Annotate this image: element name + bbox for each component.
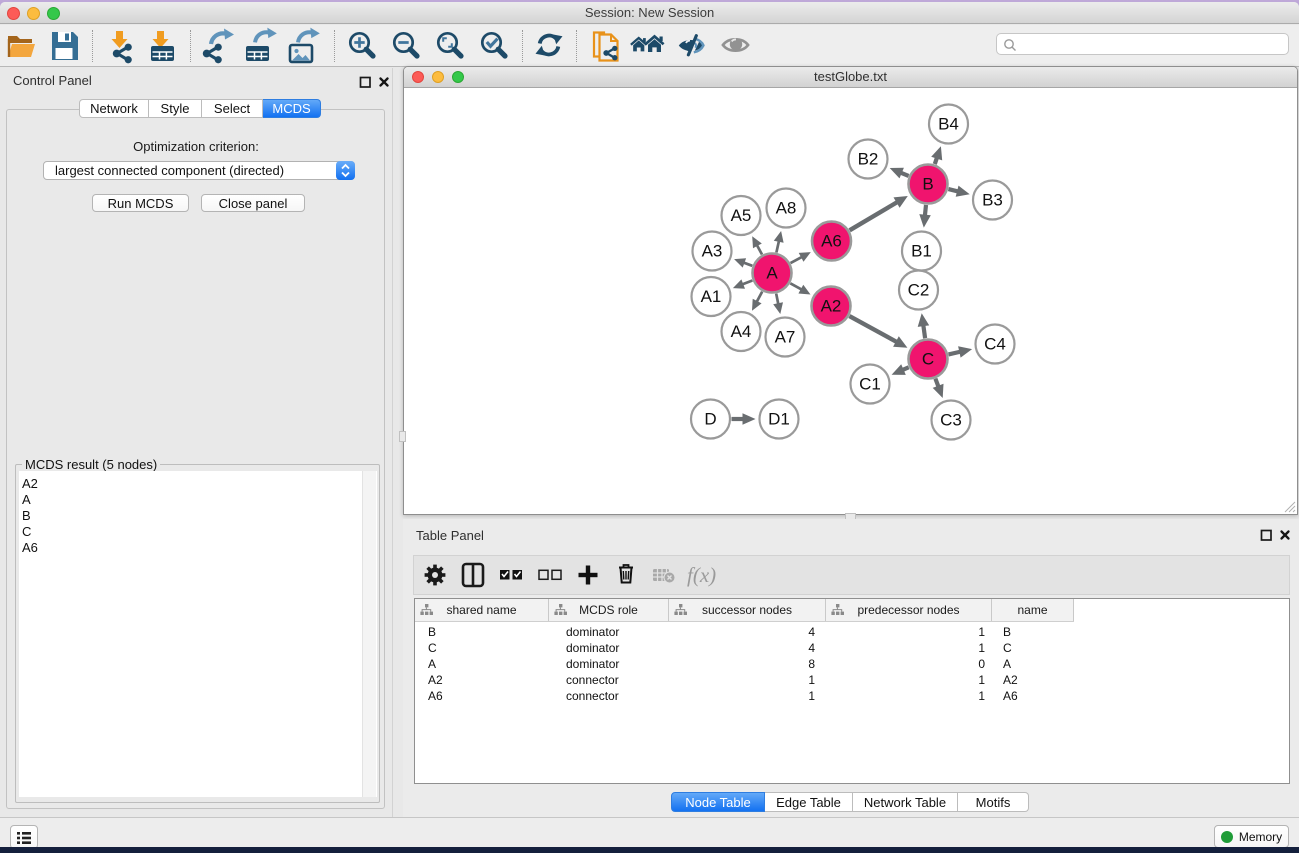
svg-text:B3: B3 [982,191,1003,210]
svg-text:B4: B4 [938,115,959,134]
svg-text:A3: A3 [702,242,723,261]
svg-text:A8: A8 [776,199,797,218]
svg-text:B2: B2 [858,150,879,169]
svg-text:A1: A1 [701,287,722,306]
svg-text:A: A [766,264,778,283]
svg-text:A7: A7 [775,328,796,347]
svg-text:C1: C1 [859,375,881,394]
svg-text:D1: D1 [768,410,790,429]
svg-text:f(x): f(x) [687,563,716,587]
svg-text:C2: C2 [908,281,930,300]
svg-text:A6: A6 [821,232,842,251]
svg-text:B: B [922,175,933,194]
svg-text:C: C [922,350,934,369]
svg-text:D: D [704,410,716,429]
svg-text:A5: A5 [731,206,752,225]
svg-text:C4: C4 [984,335,1006,354]
svg-text:B1: B1 [911,242,932,261]
svg-text:A2: A2 [821,297,842,316]
svg-text:A4: A4 [731,322,752,341]
svg-text:C3: C3 [940,411,962,430]
